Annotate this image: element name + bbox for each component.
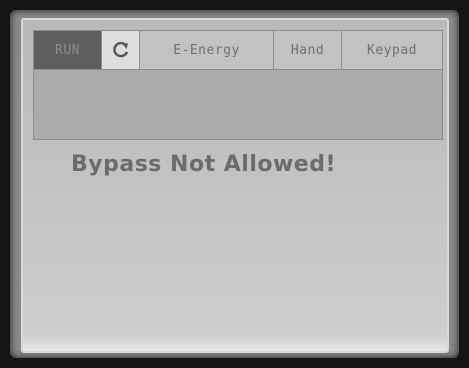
- energy-mode-indicator: E-Energy: [140, 31, 274, 69]
- refresh-indicator: [102, 31, 140, 69]
- screen-glare: [23, 335, 447, 351]
- control-mode-label: Hand: [290, 42, 325, 58]
- control-mode-indicator: Hand: [274, 31, 342, 69]
- run-state-indicator: RUN: [34, 31, 102, 69]
- energy-mode-label: E-Energy: [173, 42, 240, 58]
- reference-source-label: Keypad: [367, 42, 417, 58]
- reference-source-indicator: Keypad: [342, 31, 442, 69]
- info-panel: [33, 70, 443, 140]
- status-bar: RUN E-Energy Hand Keypad: [33, 30, 443, 70]
- lcd-screen: RUN E-Energy Hand Keypad Bypass Not Allo…: [21, 18, 449, 353]
- run-state-label: RUN: [55, 42, 80, 58]
- alert-message: Bypass Not Allowed!: [71, 152, 337, 177]
- device-bezel: RUN E-Energy Hand Keypad Bypass Not Allo…: [0, 0, 469, 368]
- refresh-icon: [112, 41, 128, 58]
